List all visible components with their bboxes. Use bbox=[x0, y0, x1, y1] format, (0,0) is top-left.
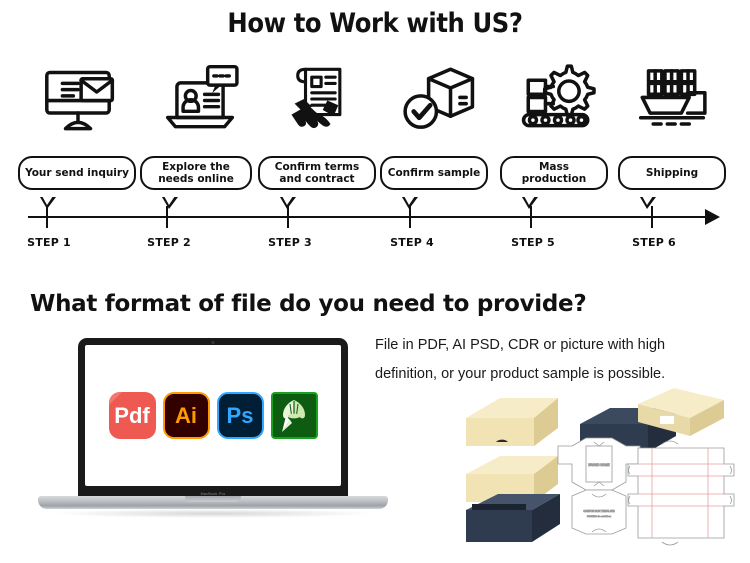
step-bubble-2[interactable]: Explore the needs online bbox=[140, 156, 252, 209]
laptop-lid: Pdf Ai Ps MacBook Pro bbox=[78, 338, 348, 498]
svg-text:BRAND NAME: BRAND NAME bbox=[588, 463, 609, 467]
box-cream-closed-1 bbox=[466, 398, 558, 446]
laptop-notch bbox=[185, 496, 241, 502]
pdf-icon-label: Pdf bbox=[114, 402, 150, 428]
svg-text:PACKING die cut 3d box: PACKING die cut 3d box bbox=[587, 515, 612, 518]
step-bubble-label-4: Confirm sample bbox=[387, 166, 481, 179]
process-icons-row bbox=[0, 58, 750, 148]
infographic-page: How to Work with US? Your send inquiry E… bbox=[0, 0, 750, 563]
laptop-mockup: Pdf Ai Ps MacBook Pro bbox=[38, 338, 388, 548]
gear-conveyor-icon bbox=[508, 58, 608, 140]
illustrator-icon-label: Ai bbox=[175, 402, 197, 428]
step-bubble-label-2: Explore the needs online bbox=[158, 160, 234, 185]
monitor-email-icon bbox=[28, 58, 128, 140]
timeline-tick-1 bbox=[46, 206, 48, 228]
timeline-arrow-icon bbox=[705, 209, 720, 225]
timeline-axis bbox=[28, 216, 711, 218]
page-title: How to Work with US? bbox=[227, 8, 523, 39]
timeline-tick-6 bbox=[651, 206, 653, 228]
timeline-label-4: STEP 4 bbox=[390, 236, 434, 249]
photoshop-icon[interactable]: Ps bbox=[216, 392, 264, 439]
step-bubble-label-5: Mass production bbox=[521, 160, 587, 185]
svg-text:CARTON BOX TEMPLATE: CARTON BOX TEMPLATE bbox=[583, 509, 614, 513]
file-format-description: File in PDF, AI PSD, CDR or picture with… bbox=[375, 337, 666, 382]
webcam-icon bbox=[211, 340, 215, 344]
timeline-tick-3 bbox=[287, 206, 289, 228]
timeline-label-6: STEP 6 bbox=[632, 236, 676, 249]
coreldraw-glyph bbox=[282, 399, 305, 432]
cargo-ship-icon bbox=[622, 58, 722, 140]
step-bubble-label-3: Confirm terms and contract bbox=[274, 160, 360, 185]
pdf-icon[interactable]: Pdf bbox=[108, 392, 156, 439]
step-bubble-label-1: Your send inquiry bbox=[25, 166, 129, 179]
dieline-template-3 bbox=[627, 440, 735, 546]
laptop-chat-icon bbox=[150, 58, 250, 140]
laptop-screen: Pdf Ai Ps MacBook Pro bbox=[85, 340, 341, 496]
step-bubble-4[interactable]: Confirm sample bbox=[380, 156, 488, 209]
timeline-tick-5 bbox=[530, 206, 532, 228]
box-check-icon bbox=[388, 58, 488, 140]
dieline-template-2: CARTON BOX TEMPLATE PACKING die cut 3d b… bbox=[571, 489, 627, 535]
coreldraw-icon[interactable] bbox=[270, 392, 318, 439]
handshake-contract-icon bbox=[268, 58, 368, 140]
laptop-brand-label: MacBook Pro bbox=[200, 491, 226, 496]
timeline-label-1: STEP 1 bbox=[27, 236, 71, 249]
step-bubble-1[interactable]: Your send inquiry bbox=[18, 156, 136, 209]
box-mockups: BRAND NAME CARTON BOX TEMPLATE PACKING d… bbox=[462, 386, 750, 562]
illustrator-icon[interactable]: Ai bbox=[162, 392, 210, 439]
step-bubble-6[interactable]: Shipping bbox=[618, 156, 726, 209]
step-bubble-label-6: Shipping bbox=[645, 166, 699, 179]
section-title-file-format: What format of file do you need to provi… bbox=[30, 291, 587, 317]
laptop-shadow bbox=[50, 509, 376, 518]
step-bubble-3[interactable]: Confirm terms and contract bbox=[258, 156, 376, 209]
timeline-label-3: STEP 3 bbox=[268, 236, 312, 249]
photoshop-icon-label: Ps bbox=[226, 402, 254, 428]
timeline-tick-4 bbox=[409, 206, 411, 228]
timeline-label-2: STEP 2 bbox=[147, 236, 191, 249]
process-timeline: STEP 1 STEP 2 STEP 3 STEP 4 STEP 5 STEP … bbox=[0, 200, 750, 255]
step-bubble-5[interactable]: Mass production bbox=[500, 156, 608, 209]
timeline-label-5: STEP 5 bbox=[511, 236, 555, 249]
timeline-tick-2 bbox=[166, 206, 168, 228]
